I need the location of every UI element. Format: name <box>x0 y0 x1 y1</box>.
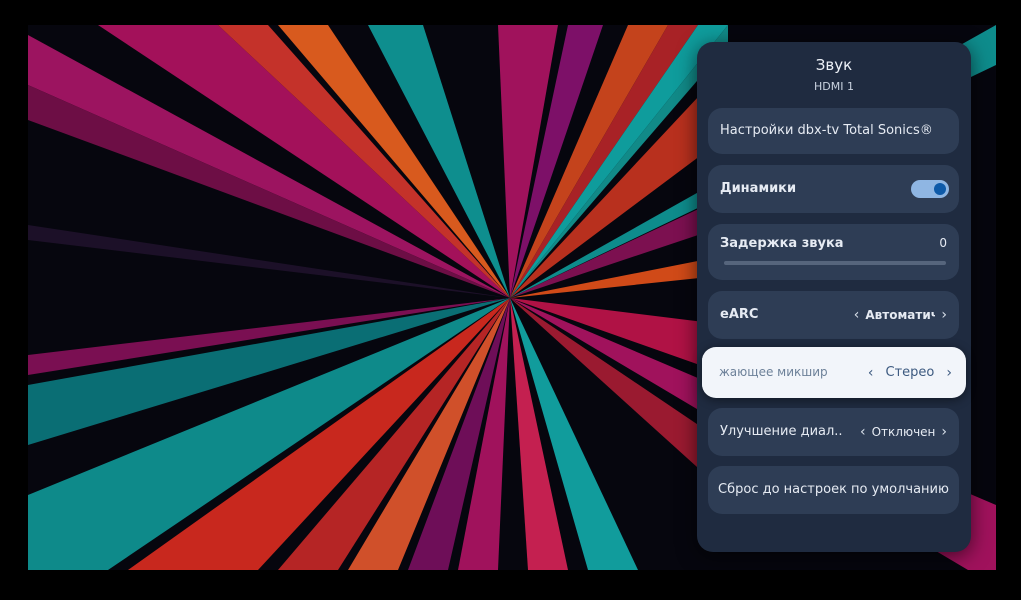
audio-delay-value: 0 <box>939 236 947 250</box>
earc-value: Автоматич <box>865 308 936 322</box>
earc-selector[interactable]: ‹ Автоматич › <box>854 291 947 339</box>
speakers-toggle[interactable] <box>911 180 949 198</box>
downmix-value: Стерео <box>885 365 935 380</box>
chevron-left-icon[interactable]: ‹ <box>860 425 866 439</box>
speakers-label: Динамики <box>720 181 797 196</box>
chevron-right-icon[interactable]: › <box>941 308 947 322</box>
dialog-enhancement-label: Улучшение диал.. <box>720 424 843 439</box>
sound-settings-panel: Звук HDMI 1 Настройки dbx-tv Total Sonic… <box>697 42 971 552</box>
panel-subtitle: HDMI 1 <box>814 80 854 93</box>
dialog-enhancement-row[interactable]: Улучшение диал.. ‹ Отключен › <box>708 408 959 456</box>
audio-delay-slider[interactable] <box>724 261 946 265</box>
toggle-knob <box>934 183 946 195</box>
chevron-left-icon[interactable]: ‹ <box>868 366 874 380</box>
reset-defaults-label: Сброс до настроек по умолчанию <box>718 482 949 497</box>
dialog-enhancement-value: Отключен <box>871 425 936 439</box>
dbx-settings-row[interactable]: Настройки dbx-tv Total Sonics® <box>708 108 959 154</box>
earc-row[interactable]: eARC ‹ Автоматич › <box>708 291 959 339</box>
dbx-settings-label: Настройки dbx-tv Total Sonics® <box>720 123 933 138</box>
downmix-row[interactable]: жающее микшир ‹ Стерео › <box>702 347 966 398</box>
audio-delay-label: Задержка звука <box>720 236 844 251</box>
chevron-right-icon[interactable]: › <box>941 425 947 439</box>
chevron-right-icon[interactable]: › <box>946 366 952 380</box>
label-fade <box>702 347 716 398</box>
speakers-row[interactable]: Динамики <box>708 165 959 213</box>
audio-delay-row[interactable]: Задержка звука 0 <box>708 224 959 280</box>
earc-label: eARC <box>720 307 759 322</box>
downmix-label: жающее микшир <box>719 365 828 379</box>
chevron-left-icon[interactable]: ‹ <box>854 308 860 322</box>
reset-defaults-button[interactable]: Сброс до настроек по умолчанию <box>708 466 959 514</box>
dialog-enhancement-selector[interactable]: ‹ Отключен › <box>860 408 947 456</box>
downmix-selector[interactable]: ‹ Стерео › <box>868 347 952 398</box>
panel-title: Звук <box>815 56 853 74</box>
